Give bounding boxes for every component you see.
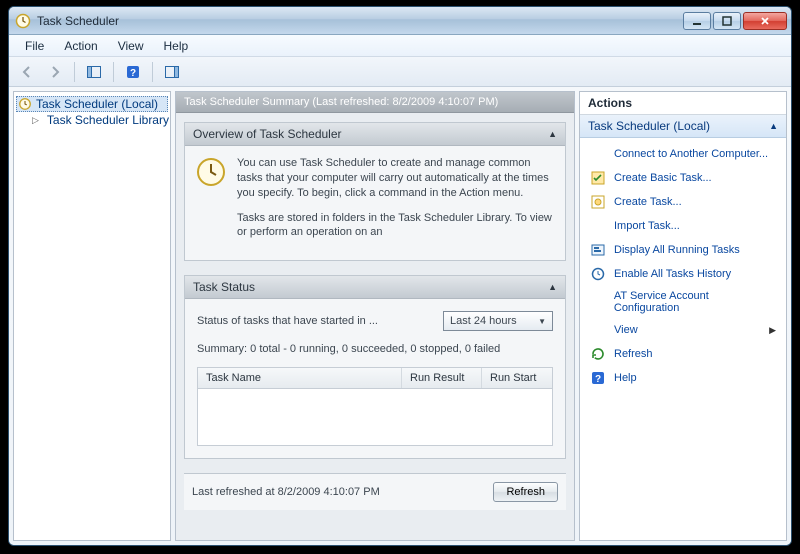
svg-text:?: ? bbox=[130, 68, 136, 79]
clock-large-icon bbox=[195, 156, 227, 250]
action-refresh[interactable]: Refresh bbox=[580, 342, 786, 366]
summary-header: Task Scheduler Summary (Last refreshed: … bbox=[176, 92, 574, 113]
menubar: File Action View Help bbox=[9, 35, 791, 57]
col-task-name[interactable]: Task Name bbox=[198, 368, 402, 388]
refresh-icon bbox=[590, 346, 606, 362]
table-body-empty bbox=[198, 389, 552, 445]
action-at-service-config[interactable]: AT Service Account Configuration bbox=[580, 286, 786, 318]
submenu-arrow-icon: ▶ bbox=[769, 325, 776, 336]
toolbar-separator bbox=[113, 62, 114, 82]
titlebar[interactable]: Task Scheduler bbox=[9, 7, 791, 35]
window-buttons bbox=[683, 12, 787, 30]
collapse-icon[interactable]: ▲ bbox=[548, 282, 557, 292]
blank-icon bbox=[590, 218, 606, 234]
action-create-task[interactable]: Create Task... bbox=[580, 190, 786, 214]
actions-scope-label: Task Scheduler (Local) bbox=[588, 119, 710, 133]
status-period-dropdown[interactable]: Last 24 hours ▼ bbox=[443, 311, 553, 331]
menu-action[interactable]: Action bbox=[56, 37, 105, 55]
blank-icon bbox=[590, 322, 606, 338]
action-view-submenu[interactable]: View▶ bbox=[580, 318, 786, 342]
status-summary-text: Summary: 0 total - 0 running, 0 succeede… bbox=[197, 343, 553, 355]
expand-icon[interactable]: ▷ bbox=[32, 115, 39, 126]
actions-scope[interactable]: Task Scheduler (Local) ▲ bbox=[580, 115, 786, 138]
svg-text:?: ? bbox=[595, 374, 601, 385]
body: Task Scheduler (Local) ▷ Task Scheduler … bbox=[9, 87, 791, 545]
console-tree[interactable]: Task Scheduler (Local) ▷ Task Scheduler … bbox=[13, 91, 171, 541]
toolbar: ? bbox=[9, 57, 791, 87]
maximize-button[interactable] bbox=[713, 12, 741, 30]
action-display-running[interactable]: Display All Running Tasks bbox=[580, 238, 786, 262]
task-status-body: Status of tasks that have started in ...… bbox=[185, 299, 565, 458]
collapse-icon: ▲ bbox=[769, 121, 778, 131]
tree-library-node[interactable]: ▷ Task Scheduler Library bbox=[30, 112, 168, 128]
running-tasks-icon bbox=[590, 242, 606, 258]
task-status-header[interactable]: Task Status ▲ bbox=[185, 276, 565, 299]
col-run-result[interactable]: Run Result bbox=[402, 368, 482, 388]
tree-root-label: Task Scheduler (Local) bbox=[36, 97, 158, 111]
close-button[interactable] bbox=[743, 12, 787, 30]
status-period-value: Last 24 hours bbox=[450, 315, 517, 327]
minimize-button[interactable] bbox=[683, 12, 711, 30]
overview-title: Overview of Task Scheduler bbox=[193, 127, 342, 141]
overview-section: Overview of Task Scheduler ▲ You can use… bbox=[184, 122, 566, 261]
show-hide-action-button[interactable] bbox=[160, 61, 184, 83]
chevron-down-icon: ▼ bbox=[538, 317, 546, 326]
actions-list: Connect to Another Computer... Create Ba… bbox=[580, 138, 786, 394]
refresh-button[interactable]: Refresh bbox=[493, 482, 558, 502]
menu-view[interactable]: View bbox=[110, 37, 152, 55]
menu-help[interactable]: Help bbox=[156, 37, 197, 55]
table-header-row: Task Name Run Result Run Start bbox=[198, 368, 552, 389]
action-create-basic-task[interactable]: Create Basic Task... bbox=[580, 166, 786, 190]
tree-root-node[interactable]: Task Scheduler (Local) bbox=[16, 96, 168, 112]
main-panel: Task Scheduler Summary (Last refreshed: … bbox=[175, 91, 575, 541]
toolbar-separator bbox=[74, 62, 75, 82]
task-status-title: Task Status bbox=[193, 280, 255, 294]
menu-file[interactable]: File bbox=[17, 37, 52, 55]
action-enable-history[interactable]: Enable All Tasks History bbox=[580, 262, 786, 286]
action-connect-computer[interactable]: Connect to Another Computer... bbox=[580, 142, 786, 166]
basic-task-icon bbox=[590, 170, 606, 186]
nav-forward-button[interactable] bbox=[43, 61, 67, 83]
task-status-section: Task Status ▲ Status of tasks that have … bbox=[184, 275, 566, 459]
help-icon: ? bbox=[590, 370, 606, 386]
blank-icon bbox=[590, 146, 606, 162]
help-button[interactable]: ? bbox=[121, 61, 145, 83]
show-hide-tree-button[interactable] bbox=[82, 61, 106, 83]
actions-title: Actions bbox=[580, 92, 786, 115]
last-refreshed-text: Last refreshed at 8/2/2009 4:10:07 PM bbox=[192, 486, 380, 498]
window-title: Task Scheduler bbox=[37, 14, 683, 28]
toolbar-separator bbox=[152, 62, 153, 82]
main-scroll[interactable]: Overview of Task Scheduler ▲ You can use… bbox=[176, 114, 574, 540]
overview-p1: You can use Task Scheduler to create and… bbox=[237, 156, 555, 201]
summary-footer: Last refreshed at 8/2/2009 4:10:07 PM Re… bbox=[184, 473, 566, 510]
tree-library-label: Task Scheduler Library bbox=[47, 113, 169, 127]
status-filter-label: Status of tasks that have started in ... bbox=[197, 315, 378, 327]
task-icon bbox=[590, 194, 606, 210]
action-import-task[interactable]: Import Task... bbox=[580, 214, 786, 238]
nav-back-button[interactable] bbox=[15, 61, 39, 83]
overview-header[interactable]: Overview of Task Scheduler ▲ bbox=[185, 123, 565, 146]
action-help[interactable]: ?Help bbox=[580, 366, 786, 390]
app-icon bbox=[15, 13, 31, 29]
app-window: Task Scheduler File Action View Help ? T… bbox=[8, 6, 792, 546]
status-table: Task Name Run Result Run Start bbox=[197, 367, 553, 446]
clock-icon bbox=[18, 97, 32, 111]
overview-p2: Tasks are stored in folders in the Task … bbox=[237, 211, 555, 241]
history-icon bbox=[590, 266, 606, 282]
col-run-start[interactable]: Run Start bbox=[482, 368, 552, 388]
collapse-icon[interactable]: ▲ bbox=[548, 129, 557, 139]
actions-panel: Actions Task Scheduler (Local) ▲ Connect… bbox=[579, 91, 787, 541]
overview-body: You can use Task Scheduler to create and… bbox=[185, 146, 565, 260]
blank-icon bbox=[590, 294, 606, 310]
